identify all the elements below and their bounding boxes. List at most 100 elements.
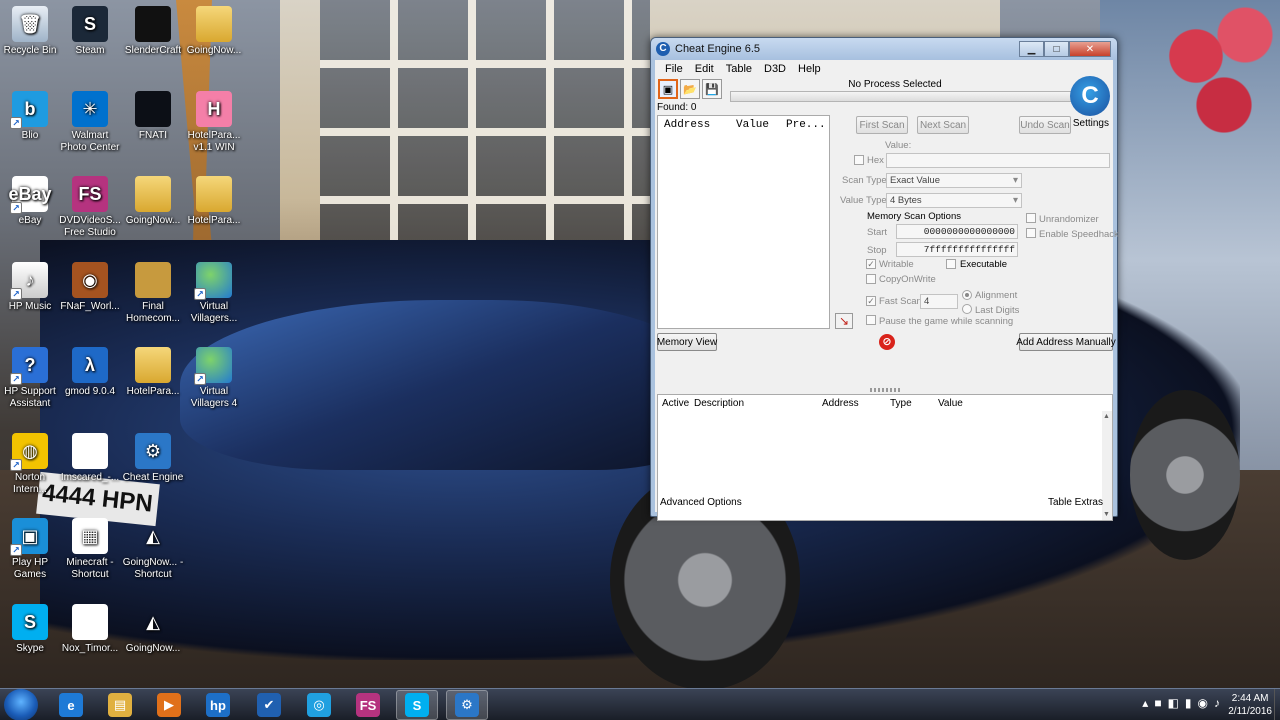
col-address[interactable]: Address: [658, 119, 730, 131]
clock[interactable]: 2:44 AM 2/11/2016: [1228, 692, 1272, 718]
executable-checkbox[interactable]: [946, 259, 956, 269]
minimize-button[interactable]: ▁: [1019, 41, 1044, 57]
taskbar-app[interactable]: S: [396, 690, 438, 720]
pause-game-checkbox[interactable]: [866, 315, 876, 325]
desktop-icon[interactable]: ◭ GoingNow...: [121, 604, 185, 655]
desktop-icon[interactable]: FNATI: [121, 91, 185, 142]
desktop-icon-label: HotelPara... v1.1 WIN: [187, 130, 241, 153]
col-previous[interactable]: Pre...: [780, 119, 826, 131]
advanced-options-link[interactable]: Advanced Options: [660, 497, 742, 508]
speedhack-checkbox[interactable]: [1026, 228, 1036, 238]
desktop-icon[interactable]: b ↗ Blio: [0, 91, 62, 142]
taskbar-app[interactable]: ▶: [148, 690, 190, 720]
menu-d3d[interactable]: D3D: [758, 63, 792, 75]
maximize-button[interactable]: □: [1044, 41, 1069, 57]
unrandomizer-checkbox[interactable]: [1026, 213, 1036, 223]
table-extras-link[interactable]: Table Extras: [1048, 497, 1103, 508]
splitter-handle[interactable]: [870, 388, 900, 392]
menu-help[interactable]: Help: [792, 63, 827, 75]
save-file-button[interactable]: 💾: [702, 79, 722, 99]
desktop-icon[interactable]: ♪ ↗ HP Music: [0, 262, 62, 313]
hex-checkbox[interactable]: [854, 155, 864, 165]
taskbar-app[interactable]: hp: [197, 690, 239, 720]
start-address-input[interactable]: 0000000000000000: [896, 224, 1018, 239]
desktop-icon[interactable]: ? ↗ HP Support Assistant: [0, 347, 62, 410]
desktop-icon[interactable]: ▣ ↗ Play HP Games: [0, 518, 62, 581]
desktop-icon[interactable]: Nox_Timor...: [58, 604, 122, 655]
tray-icon[interactable]: ▴: [1142, 696, 1148, 710]
first-scan-button[interactable]: First Scan: [856, 116, 908, 134]
taskbar-app[interactable]: ⚙: [446, 690, 488, 720]
found-address-list[interactable]: Address Value Pre...: [657, 115, 830, 329]
start-button[interactable]: [4, 689, 38, 720]
fast-scan-checkbox[interactable]: ✓: [866, 296, 876, 306]
taskbar-app[interactable]: FS: [347, 690, 389, 720]
desktop-icon[interactable]: ↗ Virtual Villagers 4: [182, 347, 246, 410]
desktop-icon[interactable]: Final Homecom...: [121, 262, 185, 325]
pointer-scan-icon[interactable]: ↘: [835, 313, 853, 329]
desktop-icon[interactable]: H HotelPara... v1.1 WIN: [182, 91, 246, 154]
desktop-icon[interactable]: ↗ Virtual Villagers...: [182, 262, 246, 325]
scroll-down-icon[interactable]: ▼: [1103, 511, 1110, 518]
scan-type-select[interactable]: Exact Value: [886, 173, 1022, 188]
desktop-icon[interactable]: ◭ GoingNow... - Shortcut: [121, 518, 185, 581]
tray-icon[interactable]: ◧: [1168, 696, 1179, 710]
add-address-manually-button[interactable]: Add Address Manually: [1016, 333, 1116, 351]
settings-link[interactable]: Settings: [1073, 118, 1109, 129]
desktop-icon[interactable]: ⚙ Cheat Engine: [121, 433, 185, 484]
open-file-button[interactable]: 📂: [680, 79, 700, 99]
col-table-address[interactable]: Address: [822, 398, 859, 409]
desktop-icon[interactable]: HotelPara...: [121, 347, 185, 398]
value-type-select[interactable]: 4 Bytes: [886, 193, 1022, 208]
stop-address-input[interactable]: 7fffffffffffffff: [896, 242, 1018, 257]
col-active[interactable]: Active: [662, 398, 689, 409]
desktop-icon[interactable]: eBay ↗ eBay: [0, 176, 62, 227]
next-scan-button[interactable]: Next Scan: [917, 116, 969, 134]
fast-scan-input[interactable]: 4: [920, 294, 958, 309]
cheat-engine-window[interactable]: C Cheat Engine 6.5 ▁ □ ✕ File Edit Table…: [650, 37, 1119, 521]
last-digits-radio[interactable]: [962, 304, 972, 314]
col-type[interactable]: Type: [890, 398, 912, 409]
undo-scan-button[interactable]: Undo Scan: [1019, 116, 1071, 134]
tray-icon[interactable]: ◉: [1198, 696, 1208, 710]
taskbar-app[interactable]: ▤: [99, 690, 141, 720]
desktop-icon[interactable]: FS DVDVideoS... Free Studio: [58, 176, 122, 239]
show-desktop-button[interactable]: [1274, 689, 1280, 720]
desktop-icon[interactable]: ▦ Minecraft - Shortcut: [58, 518, 122, 581]
memory-view-button[interactable]: Memory View: [657, 333, 717, 351]
desktop-icon[interactable]: λ gmod 9.0.4: [58, 347, 122, 398]
title-bar[interactable]: C Cheat Engine 6.5 ▁ □ ✕: [651, 38, 1117, 60]
menu-file[interactable]: File: [659, 63, 689, 75]
writable-checkbox[interactable]: ✓: [866, 259, 876, 269]
tray-icon[interactable]: ♪: [1214, 696, 1220, 710]
cheat-engine-logo-icon[interactable]: C: [1070, 76, 1110, 116]
taskbar-app[interactable]: ◎: [298, 690, 340, 720]
close-button[interactable]: ✕: [1069, 41, 1111, 57]
tray-icon[interactable]: ■: [1154, 696, 1161, 710]
desktop-icon[interactable]: HotelPara...: [182, 176, 246, 227]
value-input[interactable]: [886, 153, 1110, 168]
select-process-button[interactable]: ▣: [658, 79, 678, 99]
col-description[interactable]: Description: [694, 398, 744, 409]
menu-table[interactable]: Table: [720, 63, 758, 75]
desktop-icon[interactable]: Imscared_-...: [58, 433, 122, 484]
desktop-icon[interactable]: S Skype: [0, 604, 62, 655]
desktop-icon[interactable]: ✳ Walmart Photo Center: [58, 91, 122, 154]
desktop-icon[interactable]: SlenderCraft: [121, 6, 185, 57]
copyonwrite-checkbox[interactable]: [866, 274, 876, 284]
taskbar-app[interactable]: ✔: [248, 690, 290, 720]
desktop-icon[interactable]: GoingNow...: [182, 6, 246, 57]
desktop-icon[interactable]: S Steam: [58, 6, 122, 57]
col-table-value[interactable]: Value: [938, 398, 963, 409]
desktop-icon[interactable]: ◉ FNaF_Worl...: [58, 262, 122, 313]
desktop-icon[interactable]: ◍ ↗ Norton Intern...: [0, 433, 62, 496]
desktop-icon[interactable]: GoingNow...: [121, 176, 185, 227]
taskbar-app[interactable]: e: [50, 690, 92, 720]
tray-icon[interactable]: ▮: [1185, 696, 1192, 710]
col-value[interactable]: Value: [730, 119, 780, 131]
menu-edit[interactable]: Edit: [689, 63, 720, 75]
alignment-radio[interactable]: [962, 290, 972, 300]
scroll-up-icon[interactable]: ▲: [1103, 413, 1110, 420]
stop-icon[interactable]: ⊘: [879, 334, 895, 350]
desktop-icon[interactable]: 🗑 Recycle Bin: [0, 6, 62, 57]
